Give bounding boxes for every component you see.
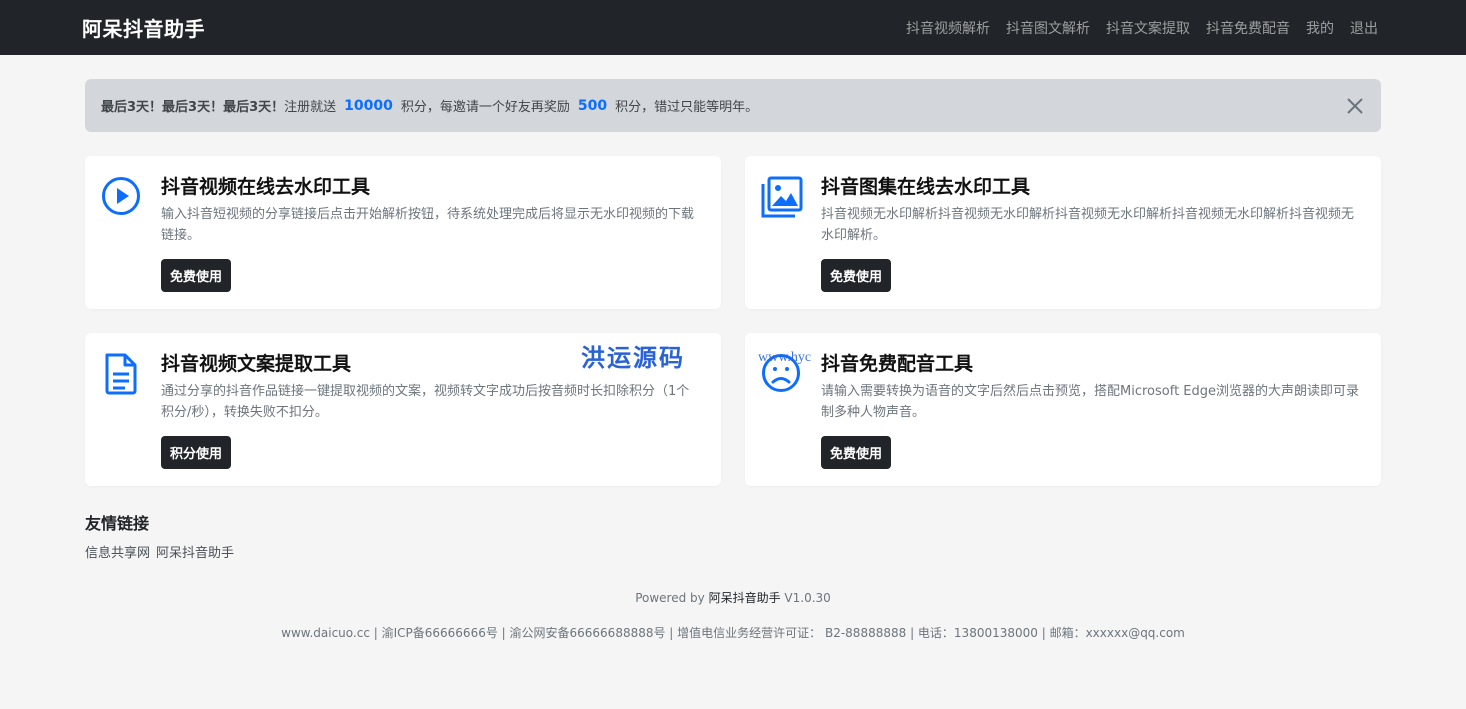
alert-text-2: 积分，每邀请一个好友再奖励 [400,100,570,115]
free-use-button[interactable]: 免费使用 [821,436,892,469]
friend-links: 信息共享网 阿呆抖音助手 [85,542,1381,561]
card-body: 抖音图集在线去水印工具 抖音视频无水印解析抖音视频无水印解析抖音视频无水印解析抖… [821,174,1365,293]
card-body: 抖音视频在线去水印工具 输入抖音短视频的分享链接后点击开始解析按钮，待系统处理完… [161,174,705,293]
close-icon[interactable] [1343,94,1367,118]
card-description: 通过分享的抖音作品链接一键提取视频的文案，视频转文字成功后按音频时长扣除积分（1… [161,384,690,420]
card-video-watermark: 抖音视频在线去水印工具 输入抖音短视频的分享链接后点击开始解析按钮，待系统处理完… [85,156,721,309]
card-title: 抖音视频在线去水印工具 [161,176,371,198]
alert-register-points: 10000 [344,97,393,114]
card-title: 抖音视频文案提取工具 [161,353,352,375]
powered-prefix: Powered by [635,591,705,605]
brand-logo[interactable]: 阿呆抖音助手 [82,13,205,42]
friend-link-1[interactable]: 信息共享网 [85,542,150,561]
nav-logout[interactable]: 退出 [1350,18,1378,38]
card-body: 抖音视频文案提取工具 通过分享的抖音作品链接一键提取视频的文案，视频转文字成功后… [161,351,705,470]
card-free-dubbing: 抖音免费配音工具 请输入需要转换为语音的文字后然后点击预览，搭配Microsof… [745,333,1381,486]
alert-lead: 最后3天！最后3天！最后3天！ [101,100,285,115]
alert-invite-points: 500 [577,97,608,114]
card-description: 抖音视频无水印解析抖音视频无水印解析抖音视频无水印解析抖音视频无水印解析抖音视频… [821,207,1355,243]
play-circle-icon [101,174,161,293]
alert-text-3: 积分，错过只能等明年。 [615,100,759,115]
card-title: 抖音免费配音工具 [821,353,974,375]
tool-cards: 抖音视频在线去水印工具 输入抖音短视频的分享链接后点击开始解析按钮，待系统处理完… [85,156,1381,486]
nav-my-account[interactable]: 我的 [1306,18,1334,38]
friend-links-title: 友情链接 [85,514,150,533]
card-title: 抖音图集在线去水印工具 [821,176,1031,198]
nav-menu: 抖音视频解析 抖音图文解析 抖音文案提取 抖音免费配音 我的 退出 [906,18,1378,38]
main-container: 最后3天！最后3天！最后3天！ 注册就送 10000 积分，每邀请一个好友再奖励… [85,79,1381,641]
top-navbar: 阿呆抖音助手 抖音视频解析 抖音图文解析 抖音文案提取 抖音免费配音 我的 退出 [0,0,1466,55]
powered-link[interactable]: 阿呆抖音助手 [709,591,781,605]
card-body: 抖音免费配音工具 请输入需要转换为语音的文字后然后点击预览，搭配Microsof… [821,351,1365,470]
file-text-icon [101,351,161,470]
frown-face-icon [761,351,821,470]
promo-alert: 最后3天！最后3天！最后3天！ 注册就送 10000 积分，每邀请一个好友再奖励… [85,79,1381,132]
images-icon [761,174,821,293]
card-image-watermark: 抖音图集在线去水印工具 抖音视频无水印解析抖音视频无水印解析抖音视频无水印解析抖… [745,156,1381,309]
card-text-extract: 抖音视频文案提取工具 通过分享的抖音作品链接一键提取视频的文案，视频转文字成功后… [85,333,721,486]
friend-link-2[interactable]: 阿呆抖音助手 [156,542,234,561]
nav-text-extract[interactable]: 抖音文案提取 [1106,18,1190,38]
nav-free-dubbing[interactable]: 抖音免费配音 [1206,18,1290,38]
free-use-button[interactable]: 免费使用 [821,259,892,292]
footer-info: www.daicuo.cc | 渝ICP备66666666号 | 渝公网安备66… [281,626,1185,640]
nav-video-parse[interactable]: 抖音视频解析 [906,18,990,38]
free-use-button[interactable]: 免费使用 [161,259,232,292]
points-use-button[interactable]: 积分使用 [161,436,232,469]
alert-text-1: 注册就送 [284,100,337,115]
card-description: 输入抖音短视频的分享链接后点击开始解析按钮，待系统处理完成后将显示无水印视频的下… [161,207,695,243]
card-description: 请输入需要转换为语音的文字后然后点击预览，搭配Microsoft Edge浏览器… [821,384,1360,420]
nav-image-parse[interactable]: 抖音图文解析 [1006,18,1090,38]
footer-powered: Powered by 阿呆抖音助手 V1.0.30 [85,589,1381,606]
version-label: V1.0.30 [784,591,831,605]
